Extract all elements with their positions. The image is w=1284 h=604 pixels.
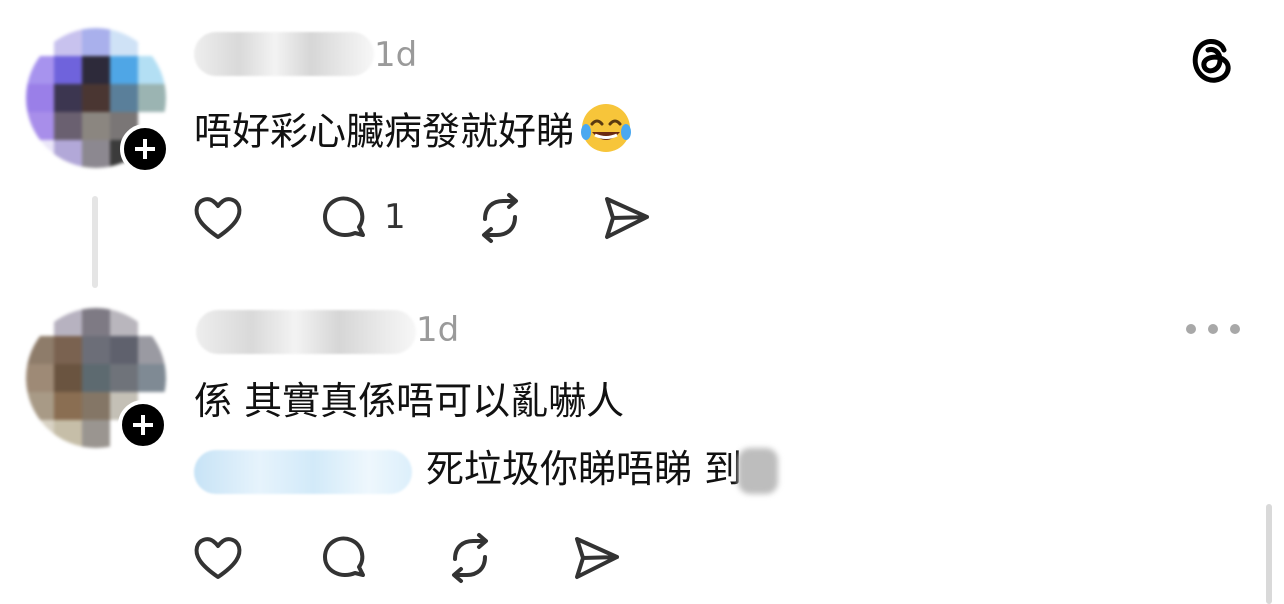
like-button[interactable] [188, 188, 248, 248]
reply-count: 1 [384, 197, 406, 237]
scrollbar[interactable] [1266, 504, 1272, 604]
mention-link-redacted[interactable] [194, 450, 412, 494]
send-icon [605, 197, 649, 239]
threads-comment-list: 1d 唔好彩心臟病發就好睇 1 1d 係 其實真係唔可以亂嚇人 死垃圾你睇唔睇 … [0, 0, 1284, 604]
thread-connector-line [92, 196, 98, 288]
post-reply-line: 死垃圾你睇唔睇 到 [426, 447, 743, 491]
more-dot-icon [1186, 324, 1196, 334]
repost-button[interactable] [440, 528, 500, 588]
username-redacted[interactable] [196, 310, 416, 354]
follow-plus-button[interactable] [120, 124, 170, 174]
comment-icon [323, 536, 365, 577]
more-options-button[interactable] [1186, 314, 1240, 344]
post-text: 係 其實真係唔可以亂嚇人 [194, 379, 625, 423]
reply-button[interactable] [314, 528, 374, 588]
more-dot-icon [1230, 324, 1240, 334]
post-text-content: 唔好彩心臟病發就好睇 [194, 109, 575, 154]
like-button[interactable] [188, 528, 248, 588]
face-with-tears-of-joy-icon [581, 104, 632, 152]
heart-icon [194, 537, 242, 579]
post-timestamp: 1d [374, 35, 418, 75]
share-button[interactable] [596, 188, 656, 248]
repost-icon [452, 533, 488, 583]
repost-icon [482, 193, 518, 243]
post-timestamp: 1d [416, 310, 460, 350]
more-dot-icon [1208, 324, 1218, 334]
follow-plus-button[interactable] [118, 400, 168, 450]
threads-logo-icon[interactable] [1186, 30, 1238, 86]
redacted-character [738, 448, 778, 494]
share-button[interactable] [566, 528, 626, 588]
send-icon [575, 537, 619, 579]
username-redacted[interactable] [194, 32, 374, 76]
comment-icon [323, 196, 365, 237]
reply-button[interactable] [314, 188, 374, 248]
post-text: 唔好彩心臟病發就好睇 [194, 104, 632, 160]
repost-button[interactable] [470, 188, 530, 248]
heart-icon [194, 197, 242, 239]
